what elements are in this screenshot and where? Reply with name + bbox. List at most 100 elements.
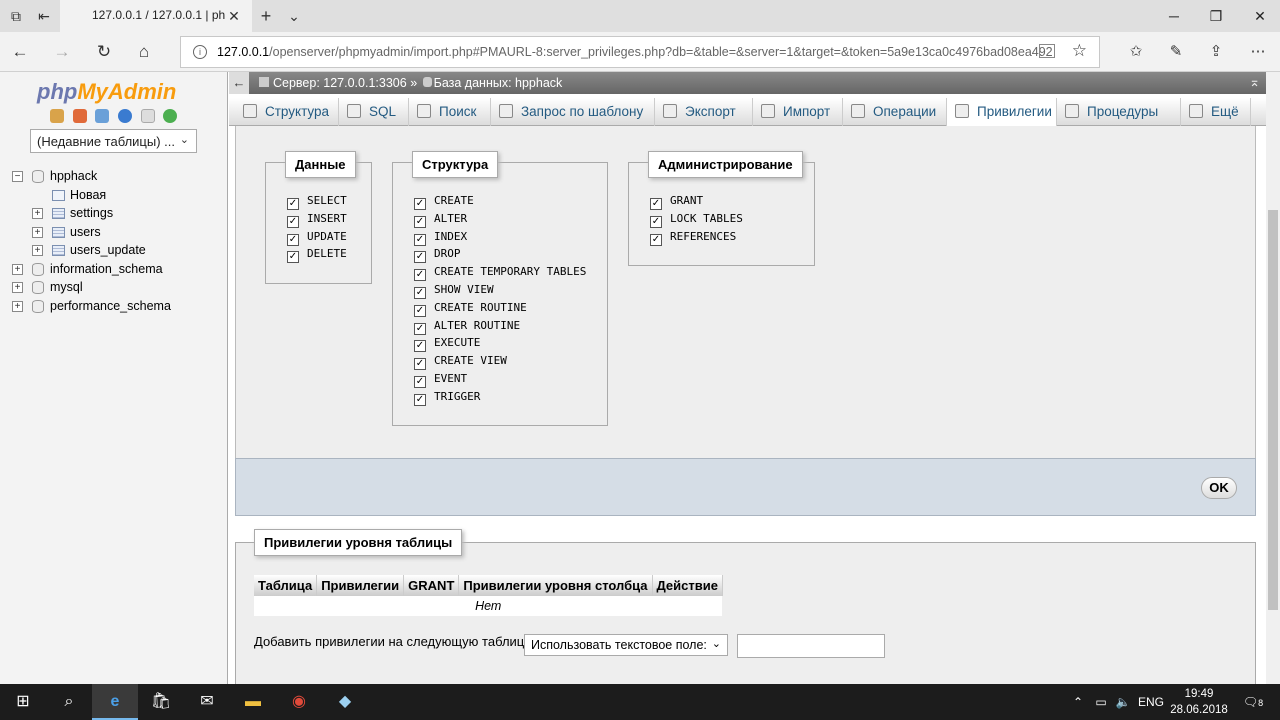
breadcrumb-database[interactable]: База данных: hpphack	[434, 76, 563, 90]
maximize-icon[interactable]: ❐	[1204, 6, 1228, 26]
privilege-checkbox-insert[interactable]: ✓ INSERT	[287, 212, 347, 230]
privilege-checkbox-alter-routine[interactable]: ✓ ALTER ROUTINE	[414, 319, 520, 337]
tray-chevron-icon[interactable]: ⌃	[1070, 684, 1086, 720]
privilege-checkbox-create-temporary-tables[interactable]: ✓ CREATE TEMPORARY TABLES	[414, 265, 586, 283]
tree-item-label[interactable]: mysql	[50, 280, 83, 294]
checkbox-checked-icon[interactable]: ✓	[414, 322, 426, 335]
tab-routines[interactable]: Процедуры	[1057, 98, 1181, 126]
expand-icon[interactable]: +	[32, 245, 43, 256]
checkbox-checked-icon[interactable]: ✓	[414, 393, 426, 406]
docs-icon[interactable]	[140, 109, 155, 123]
mail-icon[interactable]: ✉	[184, 684, 230, 720]
checkbox-checked-icon[interactable]: ✓	[414, 198, 426, 210]
expand-icon[interactable]: +	[32, 226, 43, 238]
tree-item-label[interactable]: information_schema	[50, 262, 163, 276]
expand-icon[interactable]: +	[12, 300, 23, 312]
checkbox-checked-icon[interactable]: ✓	[414, 358, 426, 371]
checkbox-checked-icon[interactable]: ✓	[414, 340, 426, 353]
reload-nav-icon[interactable]	[163, 109, 178, 123]
checkbox-checked-icon[interactable]: ✓	[650, 233, 662, 246]
tree-item[interactable]: + performance_schema	[12, 298, 222, 317]
tab-sql[interactable]: SQL	[339, 98, 409, 126]
tab-import[interactable]: Импорт	[753, 98, 843, 126]
network-icon[interactable]: ▭	[1092, 684, 1110, 720]
new-tab-icon[interactable]: +	[256, 6, 276, 26]
url-input[interactable]: i 127.0.0.1/openserver/phpmyadmin/import…	[180, 36, 1100, 68]
refresh-icon[interactable]: ↻	[92, 41, 116, 63]
breadcrumb-server[interactable]: Сервер: 127.0.0.1:3306	[273, 76, 407, 90]
tree-item[interactable]: + information_schema	[12, 261, 222, 280]
tree-item-label[interactable]: Новая	[70, 188, 106, 202]
tab-menu-chevron-icon[interactable]: ⌄	[284, 6, 304, 26]
volume-icon[interactable]: 🔈	[1114, 684, 1132, 720]
start-icon[interactable]: ⊞	[0, 684, 46, 720]
checkbox-checked-icon[interactable]: ✓	[414, 251, 426, 264]
checkbox-checked-icon[interactable]: ✓	[287, 233, 299, 246]
tab-search[interactable]: Поиск	[409, 98, 491, 126]
checkbox-checked-icon[interactable]: ✓	[414, 215, 426, 228]
privilege-checkbox-grant[interactable]: ✓ GRANT	[650, 194, 703, 212]
minimize-icon[interactable]: ─	[1162, 6, 1186, 26]
forward-icon[interactable]: →	[50, 41, 74, 63]
back-icon[interactable]: ←	[8, 41, 32, 63]
chrome-icon[interactable]: ◉	[276, 684, 322, 720]
favorite-star-icon[interactable]: ☆	[1072, 41, 1087, 61]
help-icon[interactable]	[117, 109, 132, 123]
tab-more[interactable]: Ещё	[1181, 98, 1251, 126]
tree-item-label[interactable]: users_update	[70, 243, 146, 257]
privilege-checkbox-update[interactable]: ✓ UPDATE	[287, 230, 347, 248]
checkbox-checked-icon[interactable]: ✓	[414, 376, 426, 388]
privilege-checkbox-references[interactable]: ✓ REFERENCES	[650, 230, 736, 248]
tree-item[interactable]: Новая	[12, 187, 222, 206]
privilege-checkbox-create-routine[interactable]: ✓ CREATE ROUTINE	[414, 301, 527, 319]
tree-item-label[interactable]: users	[70, 225, 101, 239]
privilege-checkbox-event[interactable]: ✓ EVENT	[414, 372, 467, 390]
collapse-icon[interactable]: −	[12, 171, 23, 182]
expand-icon[interactable]: +	[12, 282, 23, 293]
tree-item[interactable]: + settings	[12, 205, 222, 224]
share-icon[interactable]: ⇪	[1204, 41, 1228, 63]
expand-icon[interactable]: +	[12, 263, 23, 275]
search-icon[interactable]: ⌕	[46, 684, 92, 720]
tab-close-icon[interactable]: ✕	[224, 6, 244, 26]
privilege-checkbox-create[interactable]: ✓ CREATE	[414, 194, 474, 212]
privilege-checkbox-execute[interactable]: ✓ EXECUTE	[414, 336, 480, 354]
home-nav-icon[interactable]	[50, 109, 64, 123]
more-menu-icon[interactable]: ⋯	[1246, 41, 1270, 63]
ok-button[interactable]: OK	[1201, 477, 1237, 499]
checkbox-checked-icon[interactable]: ✓	[414, 287, 426, 299]
app-icon[interactable]: ◆	[322, 684, 368, 720]
window-close-icon[interactable]: ✕	[1248, 6, 1272, 26]
clock[interactable]: 19:49 28.06.2018	[1168, 686, 1230, 718]
checkbox-checked-icon[interactable]: ✓	[414, 233, 426, 246]
table-name-input[interactable]	[737, 634, 885, 658]
checkbox-checked-icon[interactable]: ✓	[650, 215, 662, 228]
tree-item-label[interactable]: performance_schema	[50, 299, 171, 313]
privilege-checkbox-trigger[interactable]: ✓ TRIGGER	[414, 390, 480, 408]
set-tabs-aside-icon[interactable]: ⇤	[34, 6, 54, 26]
checkbox-checked-icon[interactable]: ✓	[287, 215, 299, 228]
tree-item-label[interactable]: settings	[70, 206, 113, 220]
phpmyadmin-logo[interactable]: phpMyAdmin	[37, 79, 176, 105]
tree-item[interactable]: + mysql	[12, 279, 222, 298]
privilege-checkbox-alter[interactable]: ✓ ALTER	[414, 212, 467, 230]
language-indicator[interactable]: ENG	[1138, 684, 1164, 720]
sql-query-icon[interactable]	[95, 109, 110, 123]
tree-item[interactable]: − hpphack	[12, 168, 222, 187]
privilege-checkbox-select[interactable]: ✓ SELECT	[287, 194, 347, 212]
tree-item[interactable]: + users	[12, 224, 222, 243]
expand-icon[interactable]: +	[32, 208, 43, 219]
checkbox-checked-icon[interactable]: ✓	[650, 198, 662, 210]
tab-preview-icon[interactable]: ⧉	[6, 6, 26, 26]
recent-tables-select[interactable]: (Недавние таблицы) ... ⌄	[30, 129, 197, 153]
tree-item-label[interactable]: hpphack	[50, 169, 97, 183]
scrollbar-thumb[interactable]	[1268, 210, 1278, 610]
checkbox-checked-icon[interactable]: ✓	[414, 304, 426, 317]
home-icon[interactable]: ⌂	[132, 41, 156, 63]
notes-icon[interactable]: ✎	[1164, 41, 1188, 63]
tree-item[interactable]: + users_update	[12, 242, 222, 261]
collapse-topbar-icon[interactable]: ⌅	[1249, 74, 1260, 90]
tab-structure[interactable]: Структура	[235, 98, 339, 126]
collapse-nav-icon[interactable]: ←	[229, 72, 249, 94]
tab-export[interactable]: Экспорт	[655, 98, 753, 126]
